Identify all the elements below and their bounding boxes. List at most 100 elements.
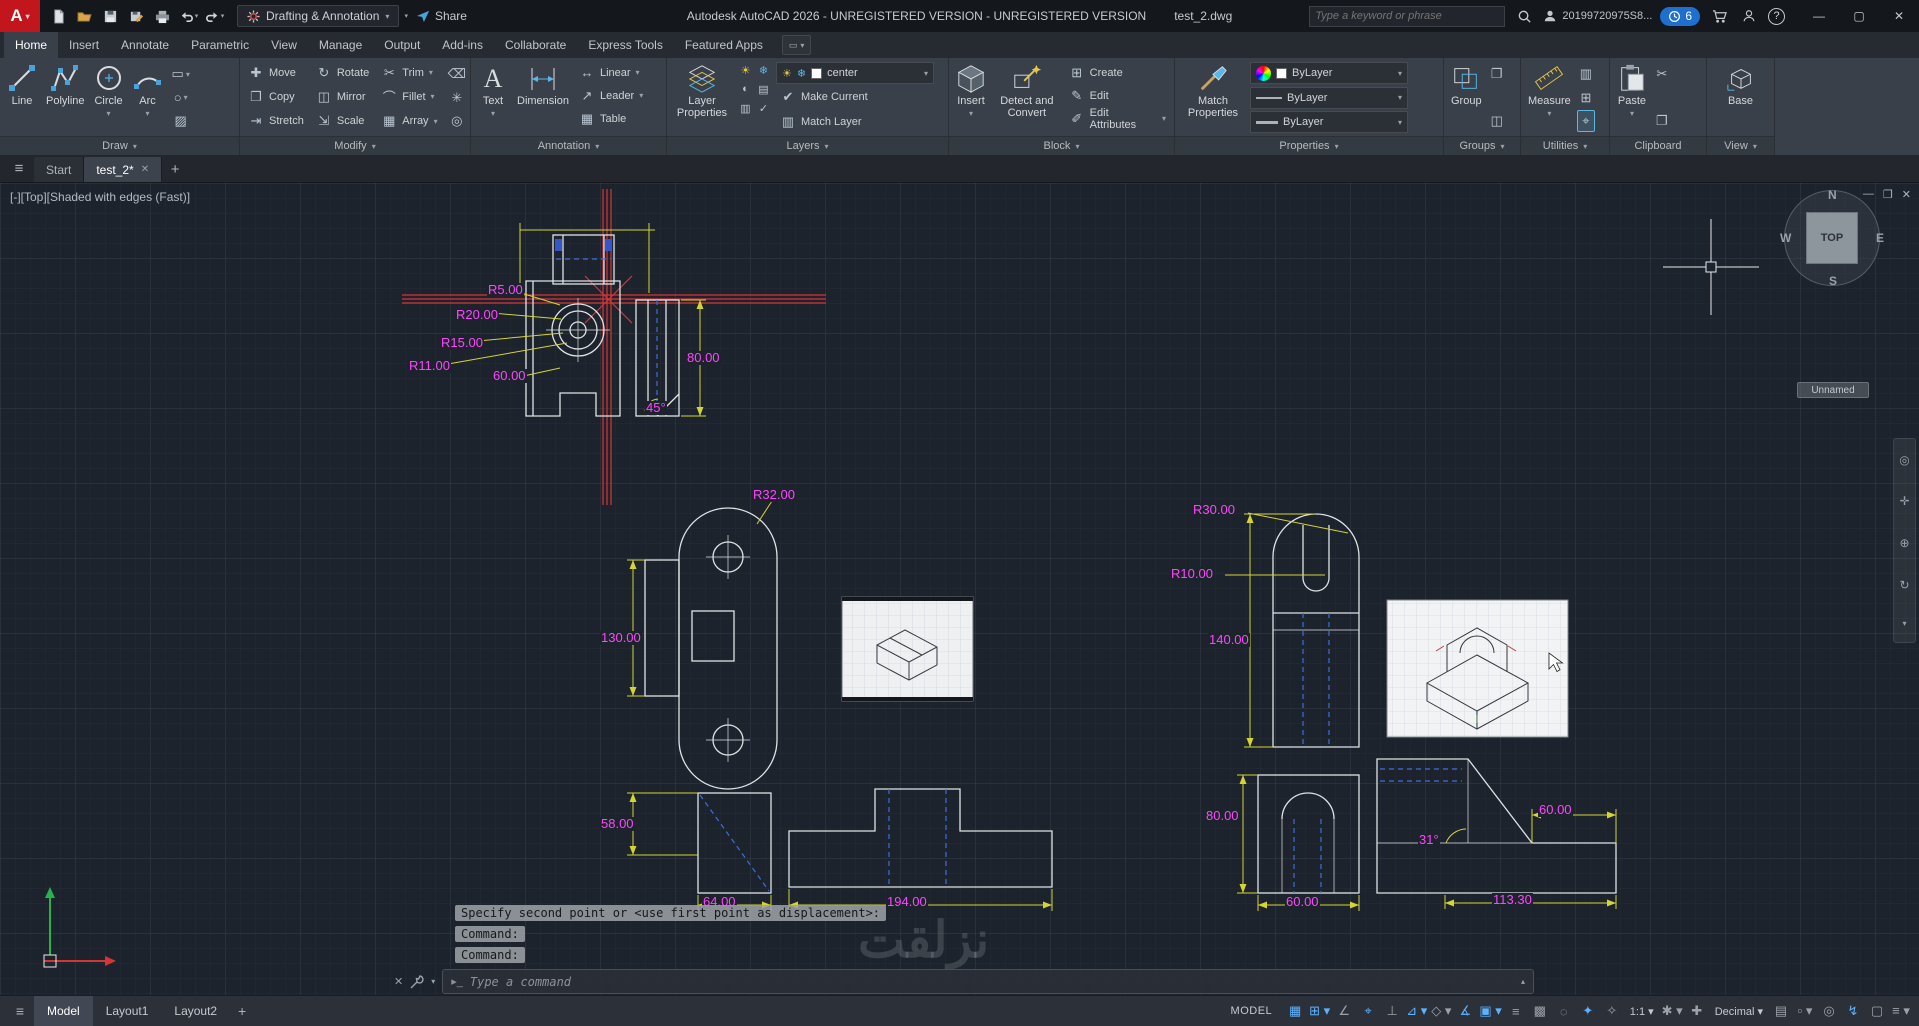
match-layer-button[interactable]: ▥ Match Layer xyxy=(776,110,934,133)
ribbon-tab-manage[interactable]: Manage xyxy=(308,32,373,58)
ribbon-tab-parametric[interactable]: Parametric xyxy=(180,32,260,58)
layout-tab-layout1[interactable]: Layout1 xyxy=(93,996,162,1026)
status-customization[interactable]: ≡ ▾ xyxy=(1889,999,1913,1023)
lineweight-dropdown[interactable]: ByLayer ▾ xyxy=(1250,111,1408,133)
ribbon-tab-add-ins[interactable]: Add-ins xyxy=(431,32,494,58)
status-annotation-scale[interactable]: 1:1 ▾ xyxy=(1624,999,1660,1023)
layout-menu-button[interactable]: ≡ xyxy=(6,1003,34,1019)
open-drawing-button[interactable] xyxy=(73,5,96,28)
linetype-dropdown[interactable]: ByLayer ▾ xyxy=(1250,86,1408,109)
sign-in-button[interactable] xyxy=(1738,5,1760,27)
polyline-button[interactable]: Polyline xyxy=(43,61,88,134)
line-button[interactable]: Line xyxy=(4,61,40,134)
status-polar-tracking[interactable]: ⊿ ▾ xyxy=(1404,999,1429,1023)
status-clean-screen[interactable]: ▢ xyxy=(1865,999,1889,1023)
chevron-up-icon[interactable]: ▴ xyxy=(1521,977,1525,986)
status-transparency[interactable]: ▩ xyxy=(1528,999,1552,1023)
ribbon-tab-featured-apps[interactable]: Featured Apps xyxy=(674,32,774,58)
store-button[interactable] xyxy=(1708,5,1730,27)
save-button[interactable] xyxy=(99,5,122,28)
panel-title-clipboard[interactable]: Clipboard xyxy=(1610,136,1706,155)
trim-button[interactable]: ✂ Trim ▾ xyxy=(377,61,441,84)
layout-tab-model[interactable]: Model xyxy=(34,995,93,1026)
redo-button[interactable]: ▾ xyxy=(203,5,226,28)
fillet-button[interactable]: ⌒ Fillet ▾ xyxy=(377,85,441,108)
maximize-button[interactable]: ▢ xyxy=(1839,0,1879,32)
panel-title-modify[interactable]: Modify ▾ xyxy=(240,136,470,155)
layer-isolate-icon[interactable]: ☀ xyxy=(738,64,753,80)
circle-button[interactable]: Circle ▾ xyxy=(91,61,127,134)
new-tab-button[interactable]: + xyxy=(162,157,188,182)
viewcube-south[interactable]: S xyxy=(1829,274,1837,288)
viewport-close-icon[interactable]: ✕ xyxy=(1902,188,1911,201)
quick-calc-button[interactable]: ⊞ xyxy=(1577,87,1595,109)
wrench-icon[interactable] xyxy=(410,974,424,989)
help-search[interactable] xyxy=(1309,5,1506,27)
layer-properties-button[interactable]: Layer Properties xyxy=(671,61,733,134)
file-tab-test_2[interactable]: test_2* ✕ xyxy=(84,157,163,182)
detect-convert-button[interactable]: Detect and Convert xyxy=(992,61,1062,134)
panel-title-view[interactable]: View ▾ xyxy=(1707,136,1774,155)
hatch-button[interactable]: ▨ xyxy=(169,110,193,132)
status-ortho-mode[interactable]: ⊥ xyxy=(1380,999,1404,1023)
stretch-button[interactable]: ⇥ Stretch xyxy=(244,110,308,133)
ribbon-tab-home[interactable]: Home xyxy=(4,32,59,58)
measure-button[interactable]: Measure ▾ xyxy=(1525,61,1574,134)
account-button[interactable]: 20199720975S8... xyxy=(1543,9,1652,23)
close-button[interactable]: ✕ xyxy=(1879,0,1919,32)
panel-title-properties[interactable]: Properties ▾ xyxy=(1175,136,1443,155)
viewcube-west[interactable]: W xyxy=(1780,231,1791,245)
command-input[interactable] xyxy=(469,974,1514,989)
chevron-down-icon[interactable]: ▾ xyxy=(1902,619,1906,628)
ribbon-tab-output[interactable]: Output xyxy=(373,32,431,58)
object-color-dropdown[interactable]: ByLayer ▾ xyxy=(1250,62,1408,84)
application-menu-button[interactable]: A ▾ xyxy=(0,0,40,32)
zoom-icon[interactable]: ⊕ xyxy=(1899,536,1909,550)
minimize-button[interactable]: — xyxy=(1799,0,1839,32)
workspace-switcher[interactable]: Drafting & Annotation ▾ xyxy=(237,5,400,27)
panel-title-annotation[interactable]: Annotation ▾ xyxy=(471,136,666,155)
layout-tab-layout2[interactable]: Layout2 xyxy=(161,996,230,1026)
text-button[interactable]: A Text ▾ xyxy=(475,61,511,134)
status-annotation-monitor[interactable]: ✚ xyxy=(1685,999,1709,1023)
undo-button[interactable]: ▾ xyxy=(177,5,200,28)
move-button[interactable]: ✚ Move xyxy=(244,61,308,84)
drawing-area[interactable]: R5.00 R20.00 R15.00 R11.00 60.00 80.00 45° R32.… xyxy=(0,183,1919,995)
layer-dropdown[interactable]: ☀ ❄ center ▾ xyxy=(776,62,934,84)
ribbon-tab-collaborate[interactable]: Collaborate xyxy=(494,32,577,58)
status-infer-constraints[interactable]: ∠ xyxy=(1332,999,1356,1023)
close-command-icon[interactable]: ✕ xyxy=(394,975,403,988)
edit-block-button[interactable]: ✎ Edit xyxy=(1065,84,1170,107)
panel-title-groups[interactable]: Groups ▾ xyxy=(1444,136,1520,155)
share-button[interactable]: Share xyxy=(408,9,475,23)
ribbon-tab-annotate[interactable]: Annotate xyxy=(110,32,180,58)
panel-title-block[interactable]: Block ▾ xyxy=(949,136,1174,155)
copy-clip-button[interactable]: ❐ xyxy=(1653,110,1671,132)
match-properties-button[interactable]: Match Properties xyxy=(1179,61,1247,134)
model-space-indicator[interactable]: MODEL xyxy=(1221,1005,1283,1017)
new-layout-button[interactable]: + xyxy=(230,996,254,1026)
status-quick-properties[interactable]: ▤ xyxy=(1769,999,1793,1023)
layer-off-icon[interactable]: ◐ xyxy=(738,83,753,99)
scale-button[interactable]: ⇲ Scale xyxy=(312,110,373,133)
ellipse-button[interactable]: ○ ▾ xyxy=(169,87,193,109)
ribbon-tab-insert[interactable]: Insert xyxy=(58,32,110,58)
copy-button[interactable]: ❐ Copy xyxy=(244,85,308,108)
save-as-button[interactable] xyxy=(125,5,148,28)
ribbon-tab-view[interactable]: View xyxy=(260,32,308,58)
base-view-button[interactable]: Base xyxy=(1723,61,1759,134)
status-units[interactable]: Decimal ▾ xyxy=(1709,999,1769,1023)
chevron-down-icon[interactable]: ▾ xyxy=(431,977,435,986)
ribbon-tab-express-tools[interactable]: Express Tools xyxy=(577,32,673,58)
command-input-box[interactable]: ▸_ ▴ xyxy=(442,969,1534,994)
ribbon-display-toggle[interactable]: ▭ ▾ xyxy=(781,35,812,55)
cut-button[interactable]: ✂ xyxy=(1653,63,1671,85)
status-isolate-objects[interactable]: ◎ xyxy=(1817,999,1841,1023)
status-dynamic-input[interactable]: ⌖ xyxy=(1356,999,1380,1023)
offset-button[interactable]: ◎ xyxy=(445,110,469,132)
status-autoscale[interactable]: ✧ xyxy=(1600,999,1624,1023)
layer-unlock-icon[interactable]: ▥ xyxy=(738,102,753,118)
paste-button[interactable]: Paste ▾ xyxy=(1614,61,1650,134)
arc-button[interactable]: Arc ▾ xyxy=(130,61,166,134)
panel-title-draw[interactable]: Draw ▾ xyxy=(0,136,239,155)
